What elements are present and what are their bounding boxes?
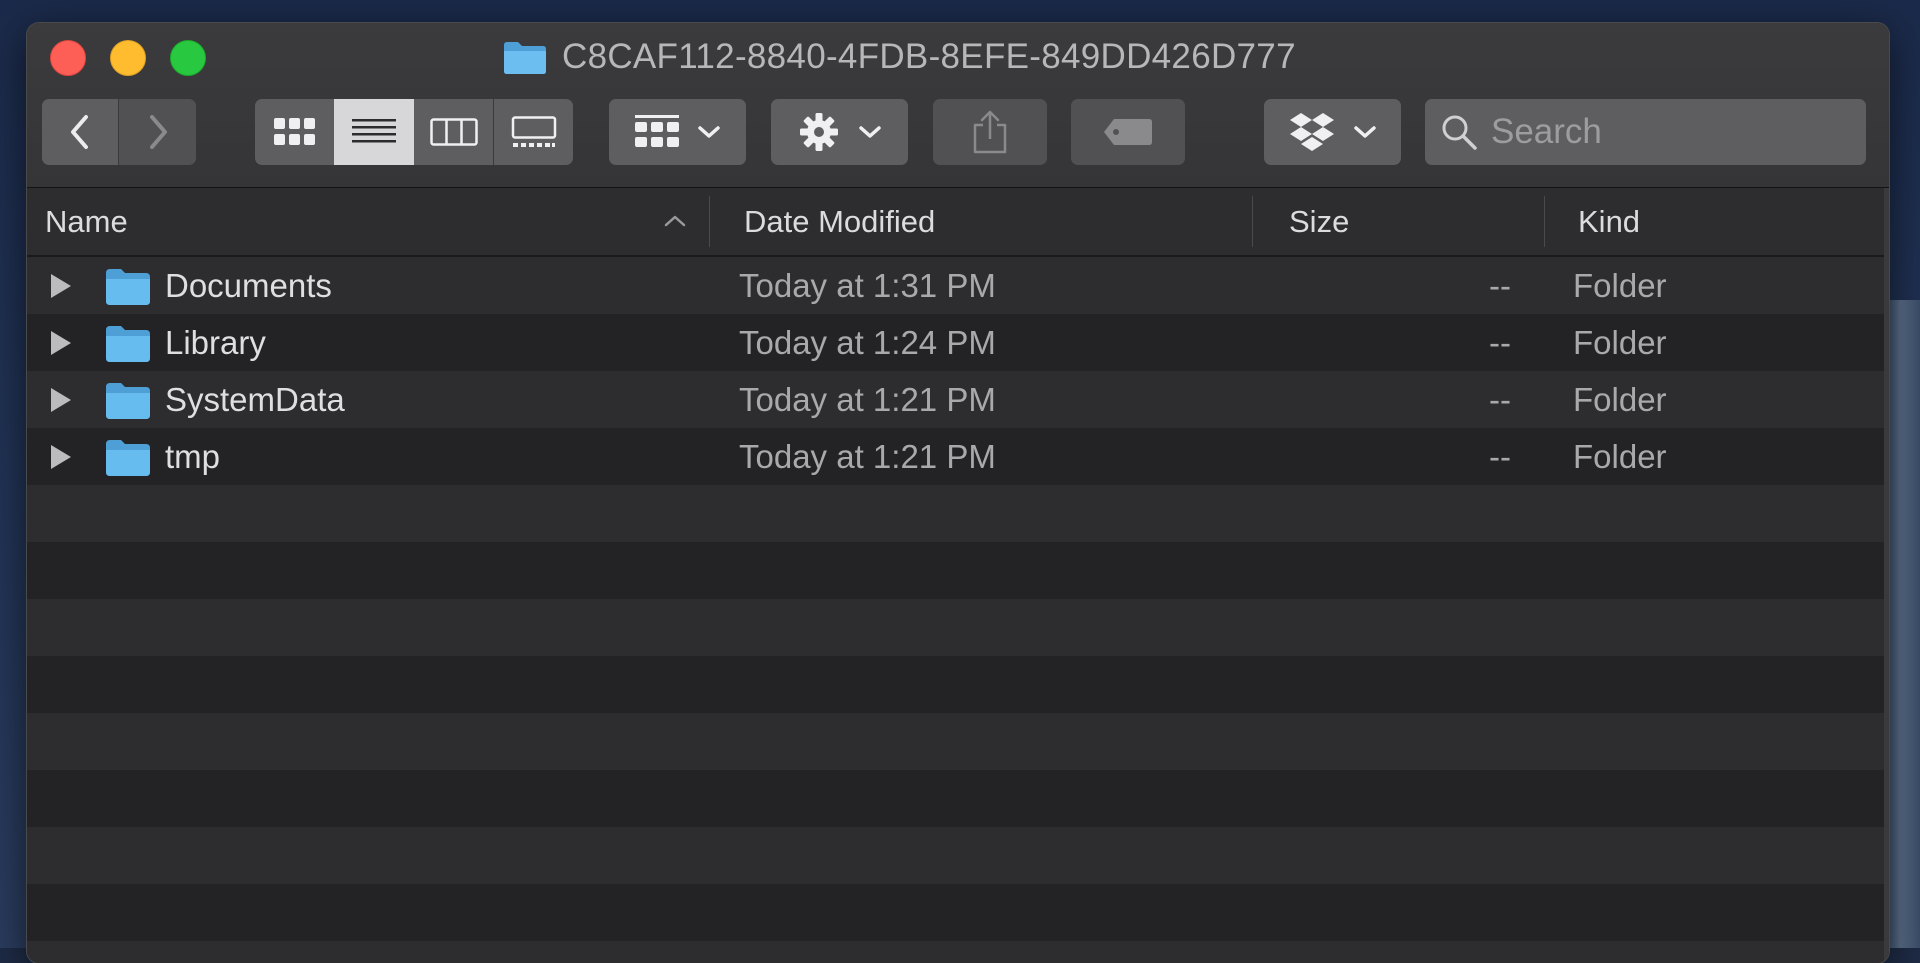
- scrollbar-track[interactable]: [1884, 188, 1889, 963]
- file-date-modified: Today at 1:24 PM: [739, 323, 996, 361]
- column-header-date-modified[interactable]: Date Modified: [744, 188, 935, 255]
- search-icon: [1442, 115, 1477, 150]
- folder-icon: [504, 42, 546, 74]
- file-name: tmp: [165, 437, 221, 475]
- list-icon: [352, 119, 396, 143]
- disclosure-triangle-icon[interactable]: [49, 387, 73, 413]
- file-list: Documents Today at 1:31 PM -- Folder Lib…: [27, 257, 1889, 963]
- share-button[interactable]: [933, 99, 1047, 165]
- column-separator[interactable]: [709, 196, 710, 247]
- file-date-modified: Today at 1:31 PM: [739, 266, 996, 304]
- file-size: --: [1489, 266, 1511, 304]
- empty-row: [27, 941, 1889, 963]
- tag-icon: [1104, 119, 1152, 145]
- chevron-down-icon: [858, 126, 881, 138]
- file-name: Library: [165, 323, 266, 361]
- empty-row: [27, 713, 1889, 770]
- column-header-kind[interactable]: Kind: [1578, 188, 1640, 255]
- file-name: Documents: [165, 266, 332, 304]
- empty-row: [27, 542, 1889, 599]
- columns-icon: [429, 118, 478, 146]
- titlebar: C8CAF112-8840-4FDB-8EFE-849DD426D777: [27, 23, 1889, 188]
- disclosure-triangle-icon[interactable]: [49, 444, 73, 470]
- group-by-button[interactable]: [609, 99, 746, 165]
- grid-icon: [273, 118, 315, 145]
- file-size: --: [1489, 323, 1511, 361]
- sort-ascending-icon[interactable]: [663, 213, 687, 229]
- back-button[interactable]: [42, 99, 118, 165]
- file-row[interactable]: tmp Today at 1:21 PM -- Folder: [27, 428, 1889, 485]
- finder-window: C8CAF112-8840-4FDB-8EFE-849DD426D777 Sea…: [27, 23, 1889, 963]
- column-header-row: Name Date Modified Size Kind: [27, 188, 1889, 257]
- column-header-name[interactable]: Name: [45, 188, 128, 255]
- empty-row: [27, 485, 1889, 542]
- tags-button[interactable]: [1071, 99, 1185, 165]
- column-separator[interactable]: [1544, 196, 1545, 247]
- dropbox-icon: [1289, 113, 1334, 151]
- empty-row: [27, 884, 1889, 941]
- folder-icon: [106, 326, 150, 362]
- minimize-button[interactable]: [110, 40, 146, 76]
- search-field[interactable]: [1425, 99, 1866, 165]
- folder-icon: [106, 269, 150, 305]
- gallery-view-button[interactable]: [494, 99, 573, 165]
- folder-icon: [106, 383, 150, 419]
- file-size: --: [1489, 437, 1511, 475]
- file-size: --: [1489, 380, 1511, 418]
- column-header-date-label: Date Modified: [744, 203, 936, 239]
- chevron-down-icon: [697, 126, 720, 138]
- file-kind: Folder: [1573, 323, 1667, 361]
- forward-button[interactable]: [119, 99, 196, 165]
- file-row[interactable]: SystemData Today at 1:21 PM -- Folder: [27, 371, 1889, 428]
- column-view-button[interactable]: [414, 99, 493, 165]
- file-name: SystemData: [165, 380, 345, 418]
- file-row[interactable]: Library Today at 1:24 PM -- Folder: [27, 314, 1889, 371]
- folder-icon: [106, 440, 150, 476]
- file-date-modified: Today at 1:21 PM: [739, 380, 996, 418]
- empty-row: [27, 827, 1889, 884]
- file-date-modified: Today at 1:21 PM: [739, 437, 996, 475]
- column-header-size-label: Size: [1289, 203, 1350, 239]
- file-row[interactable]: Documents Today at 1:31 PM -- Folder: [27, 257, 1889, 314]
- empty-row: [27, 599, 1889, 656]
- action-menu-button[interactable]: [771, 99, 908, 165]
- chevron-down-icon: [1353, 126, 1376, 138]
- group-by-icon: [634, 115, 679, 147]
- disclosure-triangle-icon[interactable]: [49, 330, 73, 356]
- chevron-right-icon: [149, 115, 167, 149]
- empty-row: [27, 770, 1889, 827]
- list-view-button[interactable]: [334, 99, 414, 165]
- icon-view-button[interactable]: [255, 99, 334, 165]
- window-title: C8CAF112-8840-4FDB-8EFE-849DD426D777: [502, 37, 1296, 77]
- share-icon: [973, 110, 1007, 154]
- file-kind: Folder: [1573, 380, 1667, 418]
- empty-row: [27, 656, 1889, 713]
- dropbox-button[interactable]: [1264, 99, 1401, 165]
- file-kind: Folder: [1573, 266, 1667, 304]
- gallery-icon: [511, 116, 556, 147]
- chevron-left-icon: [71, 115, 88, 149]
- search-input[interactable]: [1489, 111, 1853, 153]
- disclosure-triangle-icon[interactable]: [49, 273, 73, 299]
- window-title-text: C8CAF112-8840-4FDB-8EFE-849DD426D777: [562, 37, 1296, 76]
- file-kind: Folder: [1573, 437, 1667, 475]
- zoom-button[interactable]: [170, 40, 206, 76]
- column-separator[interactable]: [1252, 196, 1253, 247]
- close-button[interactable]: [50, 40, 86, 76]
- column-header-kind-label: Kind: [1578, 203, 1641, 239]
- column-header-size[interactable]: Size: [1289, 188, 1349, 255]
- column-header-name-label: Name: [45, 203, 128, 239]
- gear-icon: [799, 113, 838, 151]
